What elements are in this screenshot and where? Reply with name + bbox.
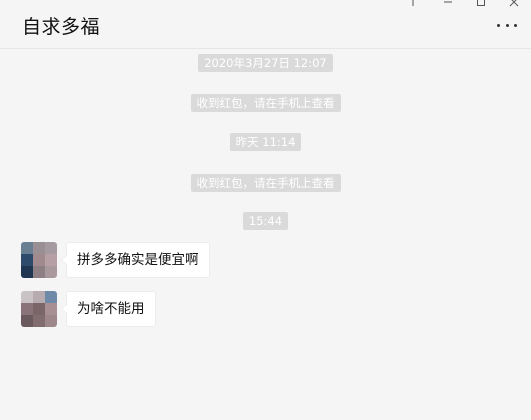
title-bar: 自求多福 bbox=[0, 0, 531, 49]
more-dot bbox=[497, 23, 500, 27]
chat-title: 自求多福 bbox=[22, 16, 101, 38]
message-bubble[interactable]: 拼多多确实是便宜啊 bbox=[61, 242, 210, 278]
timestamp: 昨天 11:14 bbox=[0, 133, 531, 151]
chat-message: 拼多多确实是便宜啊 bbox=[21, 242, 210, 278]
system-message-label: 收到红包，请在手机上查看 bbox=[190, 94, 341, 112]
timestamp-label: 昨天 11:14 bbox=[229, 133, 302, 151]
message-bubble[interactable]: 为啥不能用 bbox=[61, 291, 156, 327]
maximize-icon[interactable] bbox=[474, 0, 488, 7]
timestamp-label: 2020年3月27日 12:07 bbox=[198, 54, 333, 72]
minimize-icon[interactable] bbox=[441, 0, 455, 7]
pin-icon[interactable] bbox=[406, 0, 420, 7]
timestamp: 2020年3月27日 12:07 bbox=[0, 54, 531, 72]
system-message-label: 收到红包，请在手机上查看 bbox=[190, 174, 341, 192]
more-dot bbox=[505, 23, 509, 27]
avatar[interactable] bbox=[21, 242, 57, 278]
close-icon[interactable] bbox=[507, 0, 521, 7]
more-icon[interactable] bbox=[497, 20, 517, 30]
system-message: 收到红包，请在手机上查看 bbox=[0, 174, 531, 192]
chat-message: 为啥不能用 bbox=[21, 291, 156, 327]
timestamp-label: 15:44 bbox=[242, 212, 289, 230]
more-dot bbox=[514, 23, 517, 27]
avatar[interactable] bbox=[21, 291, 57, 327]
system-message: 收到红包，请在手机上查看 bbox=[0, 94, 531, 112]
timestamp: 15:44 bbox=[0, 212, 531, 230]
